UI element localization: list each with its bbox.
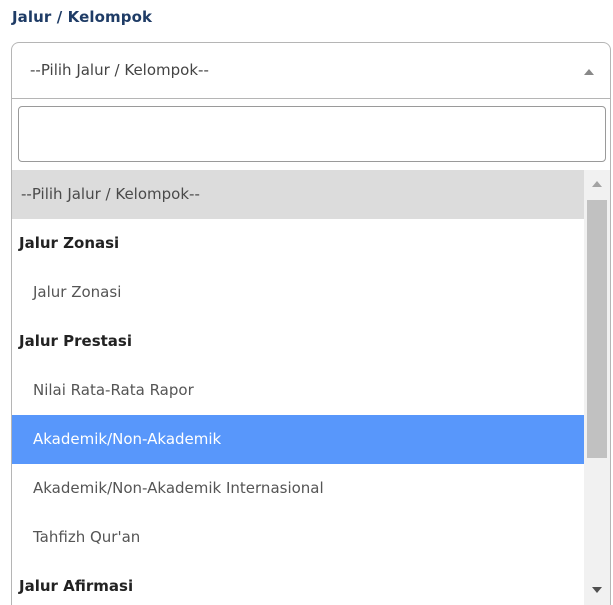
jalur-select[interactable]: --Pilih Jalur / Kelompok-- bbox=[11, 42, 611, 98]
search-field-wrapper bbox=[18, 106, 606, 162]
scroll-up-arrow-icon[interactable] bbox=[592, 181, 602, 187]
scroll-down-arrow-icon[interactable] bbox=[592, 587, 602, 593]
select-dropdown: --Pilih Jalur / Kelompok-- Jalur Zonasi … bbox=[11, 98, 611, 605]
option-akademik-non-akademik-internasional[interactable]: Akademik/Non-Akademik Internasional bbox=[12, 464, 584, 513]
option-group-jalur-afirmasi: Jalur Afirmasi bbox=[19, 577, 134, 595]
option-group-jalur-prestasi: Jalur Prestasi bbox=[19, 332, 132, 350]
scrollbar-thumb[interactable] bbox=[587, 200, 607, 458]
option-group-jalur-zonasi: Jalur Zonasi bbox=[19, 234, 120, 252]
caret-up-icon[interactable] bbox=[584, 69, 594, 75]
options-scrollbar[interactable] bbox=[584, 170, 610, 605]
option-akademik-non-akademik[interactable]: Akademik/Non-Akademik bbox=[12, 415, 584, 464]
select-current-value: --Pilih Jalur / Kelompok-- bbox=[30, 61, 209, 79]
field-label: Jalur / Kelompok bbox=[12, 8, 153, 26]
option-jalur-zonasi[interactable]: Jalur Zonasi bbox=[12, 268, 584, 317]
options-list: --Pilih Jalur / Kelompok-- Jalur Zonasi … bbox=[12, 170, 584, 605]
option-tahfizh-quran[interactable]: Tahfizh Qur'an bbox=[12, 513, 584, 562]
option-placeholder[interactable]: --Pilih Jalur / Kelompok-- bbox=[12, 170, 584, 219]
option-nilai-rata-rata-rapor[interactable]: Nilai Rata-Rata Rapor bbox=[12, 366, 584, 415]
search-input[interactable] bbox=[19, 107, 605, 161]
